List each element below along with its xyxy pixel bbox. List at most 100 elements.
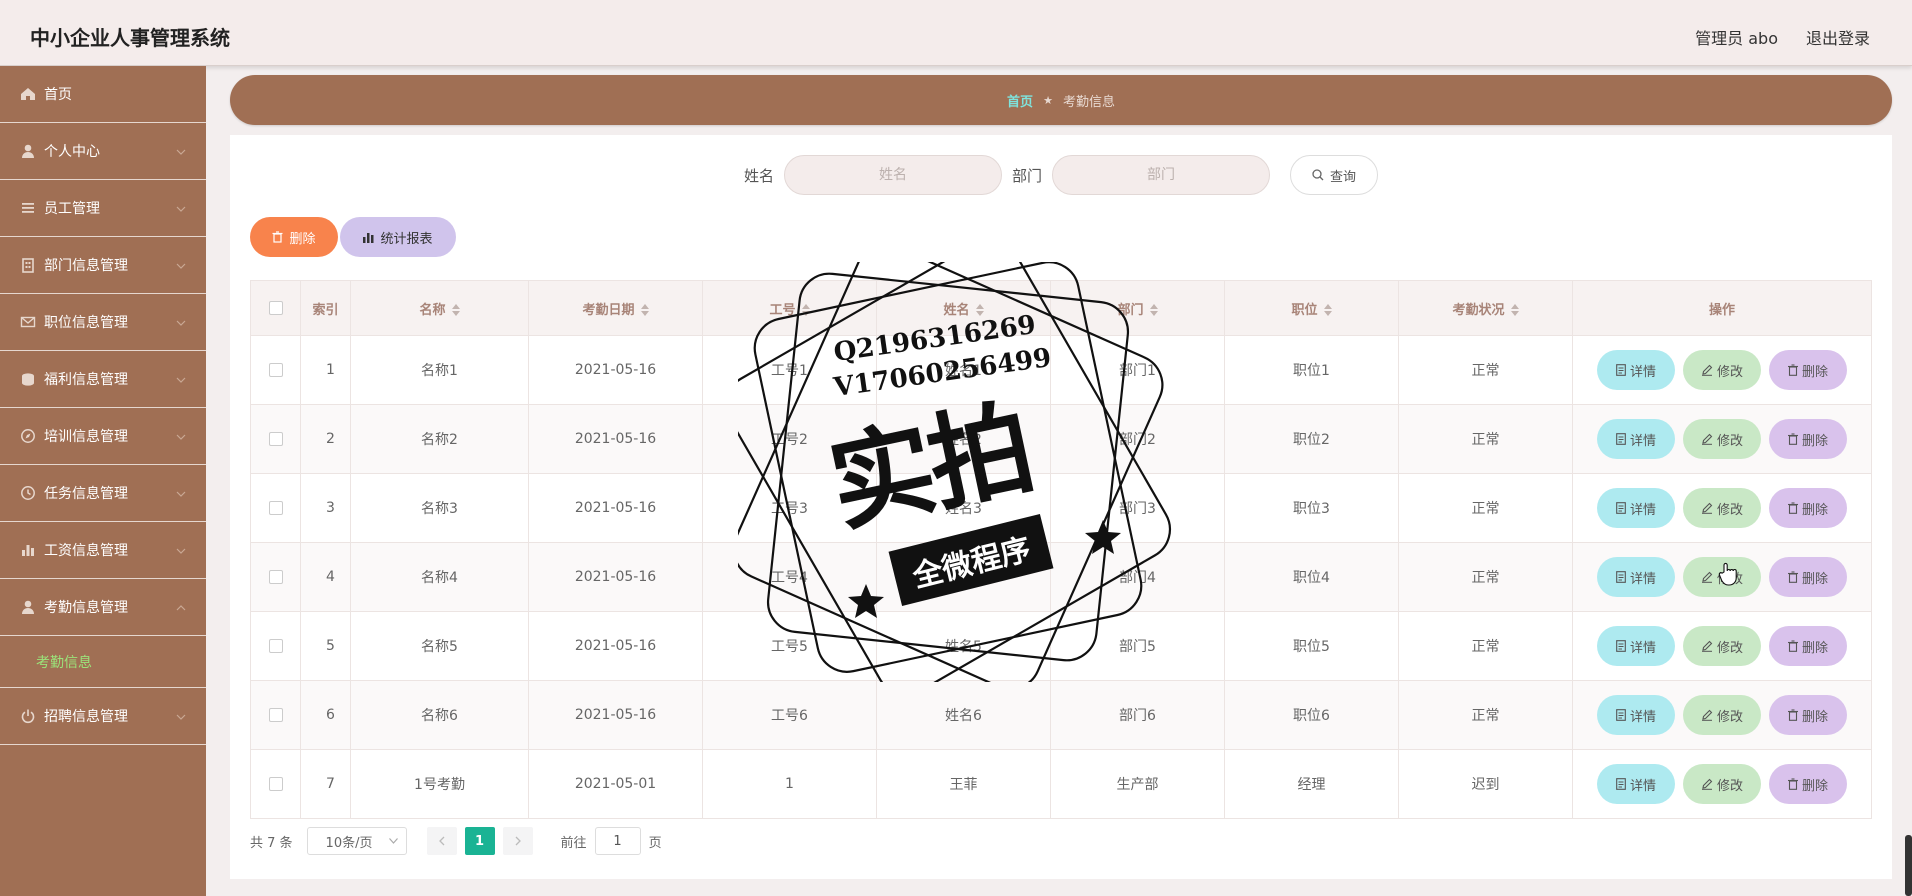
edit-button-label: 修改 [1716,502,1743,518]
trash-icon [1787,778,1798,790]
document-icon [1616,433,1626,445]
header-worker-no[interactable]: 工号 [702,280,877,336]
attendance-table: 索引 名称 考勤日期 工号 姓名 部门 职位 考勤状况 操作 1 名称1 2021-… [250,280,1872,819]
sidebar-item-label: 工资信息管理 [44,543,128,559]
row-checkbox[interactable] [268,639,283,653]
header-dept[interactable]: 部门 [1050,280,1225,336]
row-checkbox[interactable] [268,777,283,791]
sort-icon [975,304,984,316]
document-icon [1616,502,1626,514]
sidebar-item-label: 部门信息管理 [44,258,128,274]
header-date-label: 考勤日期 [582,302,635,318]
edit-button[interactable]: 修改 [1683,695,1761,735]
row-checkbox[interactable] [268,363,283,377]
next-page-button[interactable] [502,827,533,855]
detail-button[interactable]: 详情 [1597,557,1675,597]
edit-icon [1701,571,1713,583]
sidebar-item-1[interactable]: 个人中心 [0,123,206,180]
delete-button-label: 删除 [1801,364,1828,380]
sidebar-item-label: 福利信息管理 [44,372,128,388]
sidebar-item-5[interactable]: 福利信息管理 [0,351,206,408]
row-actions: 详情 修改 删除 [1573,419,1871,459]
header-status[interactable]: 考勤状况 [1398,280,1573,336]
document-icon [1616,571,1626,583]
edit-button[interactable]: 修改 [1683,488,1761,528]
cell-position: 职位2 [1224,404,1399,474]
breadcrumb-home[interactable]: 首页 [1007,91,1033,110]
cell-ops: 详情 修改 删除 [1572,404,1872,474]
row-checkbox[interactable] [268,708,283,722]
detail-button[interactable]: 详情 [1597,695,1675,735]
dept-search-input[interactable] [1052,155,1271,195]
cell-name: 名称5 [350,611,529,681]
pagination: 共 7 条 10条/页 1 前往 页 [250,827,662,855]
goto-label: 前往 [560,835,587,851]
sidebar-item-label: 培训信息管理 [44,429,128,445]
page-size-select[interactable]: 10条/页 [306,827,407,855]
search-icon [1312,169,1324,181]
chevron-down-icon [176,434,186,440]
edit-button[interactable]: 修改 [1683,764,1761,804]
clock-icon [20,485,36,501]
stats-report-button[interactable]: 统计报表 [340,217,456,257]
edit-button[interactable]: 修改 [1683,626,1761,666]
header-position[interactable]: 职位 [1224,280,1399,336]
name-search-input[interactable] [784,155,1002,195]
sidebar-subitem-attendance-info[interactable]: 考勤信息 [0,636,206,688]
detail-button-label: 详情 [1629,364,1656,380]
total-count: 共 7 条 [250,835,293,851]
sidebar-item-7[interactable]: 任务信息管理 [0,465,206,522]
delete-button[interactable]: 删除 [1769,488,1847,528]
cell-date: 2021-05-01 [528,749,703,819]
detail-button[interactable]: 详情 [1597,488,1675,528]
sidebar-item-10[interactable]: 招聘信息管理 [0,688,206,745]
header-name[interactable]: 名称 [350,280,529,336]
query-button[interactable]: 查询 [1290,155,1379,195]
sidebar-item-2[interactable]: 员工管理 [0,180,206,237]
gift-icon [20,371,36,387]
sidebar-item-4[interactable]: 职位信息管理 [0,294,206,351]
goto-page-input[interactable] [594,827,641,855]
sidebar-item-3[interactable]: 部门信息管理 [0,237,206,294]
sidebar-item-6[interactable]: 培训信息管理 [0,408,206,465]
batch-delete-button[interactable]: 删除 [250,217,338,257]
prev-page-button[interactable] [426,827,457,855]
delete-button[interactable]: 删除 [1769,350,1847,390]
detail-button[interactable]: 详情 [1597,626,1675,666]
delete-button[interactable]: 删除 [1769,695,1847,735]
edit-button[interactable]: 修改 [1683,419,1761,459]
detail-button[interactable]: 详情 [1597,419,1675,459]
trash-icon [1787,640,1798,652]
row-checkbox[interactable] [268,501,283,515]
page-number-button[interactable]: 1 [464,827,495,855]
sidebar-item-0[interactable]: 首页 [0,66,206,123]
cell-dept: 部门1 [1050,335,1225,405]
row-checkbox[interactable] [268,432,283,446]
cell-status: 正常 [1398,542,1573,612]
cell-staff-name: 姓名6 [876,680,1051,750]
sidebar-item-label: 个人中心 [44,144,100,160]
current-user: 管理员 abo [1695,29,1778,48]
header-staff-name[interactable]: 姓名 [876,280,1051,336]
cell-worker-no: 1 [702,749,877,819]
delete-button[interactable]: 删除 [1769,626,1847,666]
delete-button[interactable]: 删除 [1769,557,1847,597]
edit-button[interactable]: 修改 [1683,350,1761,390]
cell-worker-no: 工号6 [702,680,877,750]
document-icon [1616,640,1626,652]
table-row: 3 名称3 2021-05-16 工号3 姓名3 部门3 职位3 正常 详情 修改 删除 [250,473,1872,543]
logout-link[interactable]: 退出登录 [1806,25,1870,49]
header-date[interactable]: 考勤日期 [528,280,703,336]
row-checkbox[interactable] [268,570,283,584]
cell-worker-no: 工号5 [702,611,877,681]
delete-button[interactable]: 删除 [1769,419,1847,459]
sidebar-item-8[interactable]: 工资信息管理 [0,522,206,579]
detail-button[interactable]: 详情 [1597,350,1675,390]
detail-button[interactable]: 详情 [1597,764,1675,804]
sidebar-item-9[interactable]: 考勤信息管理 [0,579,206,636]
row-select-cell [250,473,301,543]
scrollbar-thumb[interactable] [1905,835,1912,896]
cell-position: 职位5 [1224,611,1399,681]
delete-button[interactable]: 删除 [1769,764,1847,804]
select-all-checkbox[interactable] [268,301,283,315]
